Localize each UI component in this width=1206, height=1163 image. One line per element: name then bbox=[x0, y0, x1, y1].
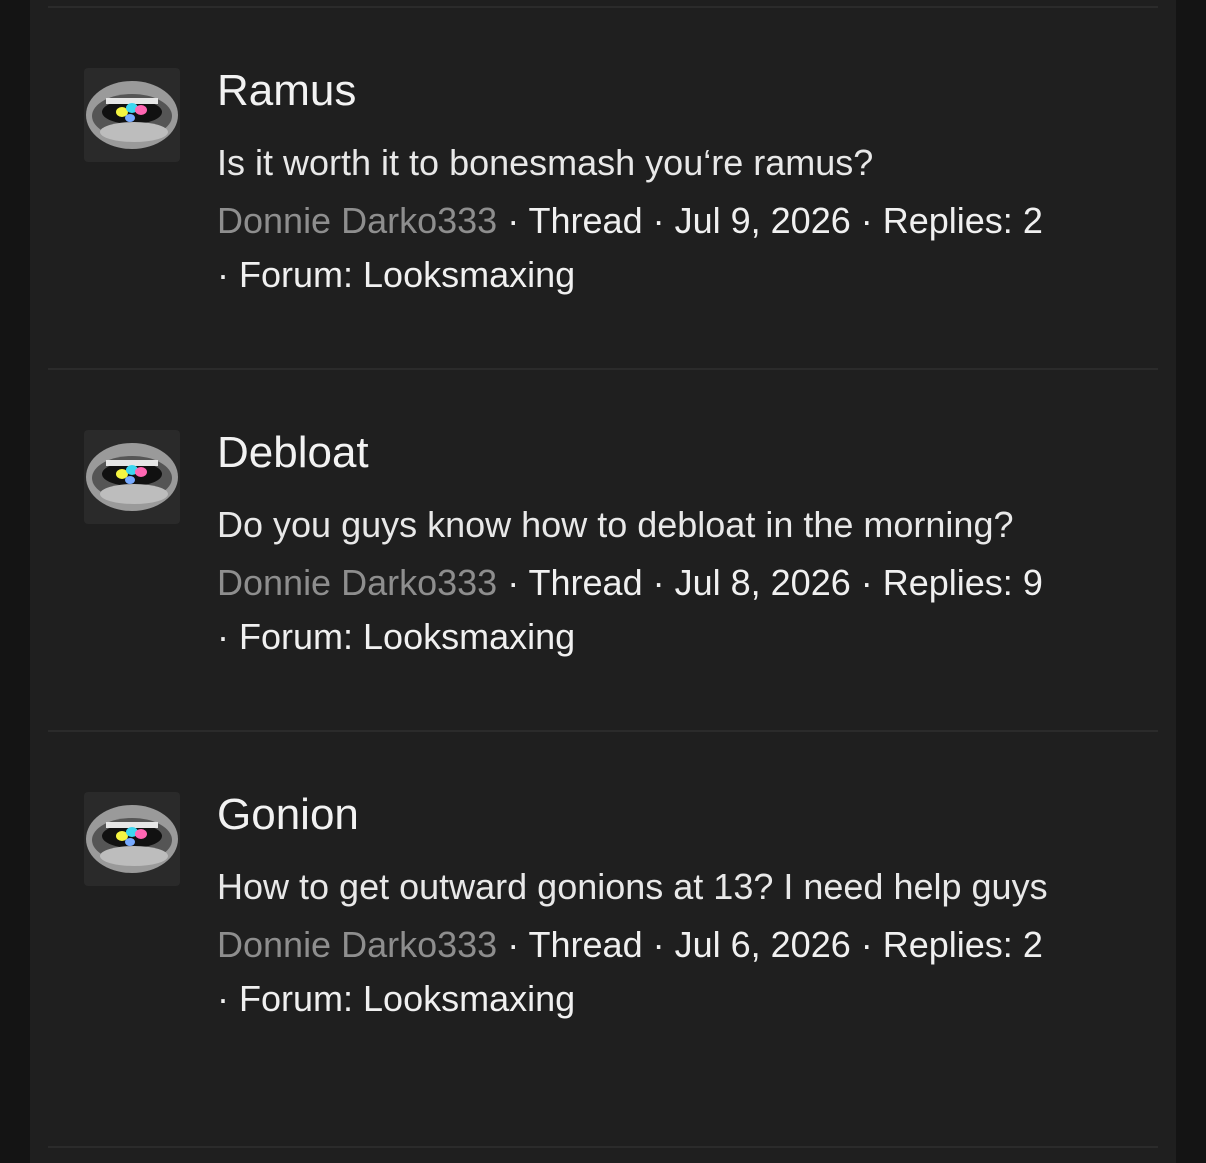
post-date: Jul 6, 2026 bbox=[674, 924, 851, 965]
forum-link[interactable]: Looksmaxing bbox=[363, 616, 575, 657]
separator: · bbox=[217, 978, 239, 1019]
forum-link[interactable]: Looksmaxing bbox=[363, 978, 575, 1019]
thread-title-link[interactable]: Ramus bbox=[217, 66, 1117, 116]
result-body: Gonion How to get outward gonions at 13?… bbox=[217, 790, 1117, 1026]
author-link[interactable]: Donnie Darko333 bbox=[217, 924, 497, 965]
separator: · bbox=[642, 200, 675, 241]
thread-meta: Donnie Darko333 · Thread · Jul 9, 2026 ·… bbox=[217, 194, 1117, 302]
divider bbox=[48, 368, 1158, 370]
separator: · bbox=[642, 562, 675, 603]
divider bbox=[48, 730, 1158, 732]
content-type: Thread bbox=[528, 924, 643, 965]
forum-link[interactable]: Looksmaxing bbox=[363, 254, 575, 295]
separator: · bbox=[497, 924, 529, 965]
forum-label: Forum: bbox=[239, 616, 354, 657]
content-type: Thread bbox=[528, 200, 643, 241]
content-type: Thread bbox=[528, 562, 643, 603]
thread-snippet: Do you guys know how to debloat in the m… bbox=[217, 504, 1014, 545]
thread-meta: Donnie Darko333 · Thread · Jul 6, 2026 ·… bbox=[217, 918, 1117, 1026]
avatar[interactable] bbox=[84, 792, 180, 886]
avatar[interactable] bbox=[84, 68, 180, 162]
separator: · bbox=[850, 200, 883, 241]
thread-snippet: How to get outward gonions at 13? I need… bbox=[217, 866, 1048, 907]
author-link[interactable]: Donnie Darko333 bbox=[217, 562, 497, 603]
separator: · bbox=[497, 200, 529, 241]
thread-snippet: Is it worth it to bonesmash you‘re ramus… bbox=[217, 142, 874, 183]
forum-label: Forum: bbox=[239, 254, 354, 295]
divider bbox=[48, 1146, 1158, 1148]
thread-title-link[interactable]: Gonion bbox=[217, 790, 1117, 840]
separator: · bbox=[217, 254, 239, 295]
result-body: Ramus Is it worth it to bonesmash you‘re… bbox=[217, 66, 1117, 302]
separator: · bbox=[850, 924, 883, 965]
thread-meta: Donnie Darko333 · Thread · Jul 8, 2026 ·… bbox=[217, 556, 1117, 664]
post-date: Jul 8, 2026 bbox=[674, 562, 851, 603]
separator: · bbox=[850, 562, 883, 603]
reply-count: Replies: 9 bbox=[882, 562, 1043, 603]
search-results-list: Ramus Is it worth it to bonesmash you‘re… bbox=[30, 0, 1176, 1163]
separator: · bbox=[217, 616, 239, 657]
result-body: Debloat Do you guys know how to debloat … bbox=[217, 428, 1117, 664]
separator: · bbox=[497, 562, 529, 603]
avatar[interactable] bbox=[84, 430, 180, 524]
reply-count: Replies: 2 bbox=[882, 200, 1043, 241]
divider bbox=[48, 6, 1158, 8]
reply-count: Replies: 2 bbox=[882, 924, 1043, 965]
separator: · bbox=[642, 924, 675, 965]
author-link[interactable]: Donnie Darko333 bbox=[217, 200, 497, 241]
forum-label: Forum: bbox=[239, 978, 354, 1019]
post-date: Jul 9, 2026 bbox=[674, 200, 851, 241]
thread-title-link[interactable]: Debloat bbox=[217, 428, 1117, 478]
